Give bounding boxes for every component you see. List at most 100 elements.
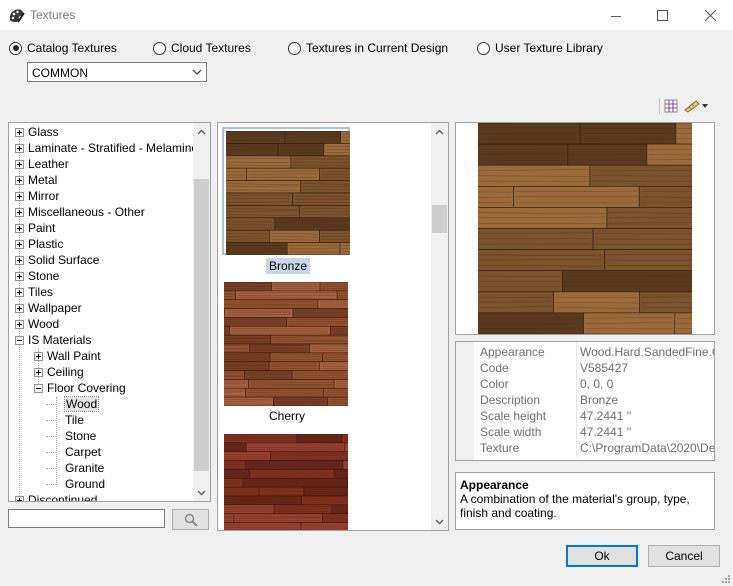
cancel-button[interactable]: Cancel [648, 545, 720, 567]
expand-plus-icon[interactable] [15, 159, 24, 169]
tree-item[interactable]: Discontinued [15, 492, 97, 501]
expand-plus-icon[interactable] [15, 175, 24, 185]
catalog-select[interactable]: COMMON [27, 62, 207, 82]
tree-item[interactable]: Laminate - Stratified - Melamine [15, 140, 198, 156]
radio-textures-in-current-design[interactable]: Textures in Current Design [288, 40, 448, 56]
radio-indicator [477, 41, 490, 55]
property-row[interactable]: Scale height 47.2441 '' [456, 409, 714, 425]
tree-item-label: Metal [28, 173, 58, 187]
tree-item-label: Wood [28, 317, 60, 331]
minimize-button[interactable] [593, 0, 639, 31]
radio-catalog-textures[interactable]: Catalog Textures [9, 40, 117, 56]
red-wood-texture-image [224, 434, 348, 530]
texture-item-cherry[interactable]: Cherry [218, 280, 428, 430]
maximize-button[interactable] [639, 0, 685, 31]
expand-plus-icon[interactable] [15, 495, 24, 501]
tree-item-label: Glass [28, 125, 59, 139]
radio-indicator [153, 41, 166, 55]
tree-item-label: Leather [28, 157, 69, 171]
tree-item[interactable]: Leather [15, 156, 69, 172]
tree-item[interactable]: Solid Surface [15, 252, 99, 268]
property-row[interactable]: Texture C:\ProgramData\2020\Desig [456, 441, 714, 457]
close-button[interactable] [687, 0, 733, 31]
tree-item[interactable]: Stone [52, 428, 96, 444]
expand-plus-icon[interactable] [15, 127, 24, 137]
tree-item[interactable]: Carpet [52, 444, 101, 460]
tree-item[interactable]: Miscellaneous - Other [15, 204, 145, 220]
expand-plus-icon[interactable] [15, 319, 24, 329]
radio-user-texture-library[interactable]: User Texture Library [477, 40, 603, 56]
tree-scrollbar[interactable] [193, 123, 210, 501]
expand-plus-icon[interactable] [15, 207, 24, 217]
scroll-down-button[interactable] [193, 484, 210, 501]
radio-label: Cloud Textures [171, 41, 251, 55]
ruler-icon [684, 100, 700, 113]
tree-item[interactable]: Ground [52, 476, 105, 492]
tree-item[interactable]: IS Materials [15, 332, 91, 348]
collapse-minus-icon[interactable] [15, 335, 24, 345]
measure-dropdown-button[interactable] [684, 97, 708, 115]
expand-plus-icon[interactable] [15, 143, 24, 153]
tree-item[interactable]: Wallpaper [15, 300, 82, 316]
tree-item[interactable]: Paint [15, 220, 55, 236]
tree-item[interactable]: Wall Paint [34, 348, 101, 364]
tree-item-label: Wall Paint [47, 349, 101, 363]
property-key: Description [480, 393, 541, 407]
expand-plus-icon[interactable] [15, 303, 24, 313]
tree-item[interactable]: Wood [15, 316, 59, 332]
search-button[interactable] [172, 509, 209, 530]
property-row[interactable]: Color 0, 0, 0 [456, 377, 714, 393]
tree-item[interactable]: Wood [52, 396, 100, 412]
tree-item-label: Miscellaneous - Other [28, 205, 145, 219]
tree-item-label: Wood [63, 396, 100, 412]
tree-item[interactable]: Tiles [15, 284, 53, 300]
property-row[interactable]: Appearance Wood.Hard.SandedFine.Glo [456, 345, 714, 361]
expand-plus-icon[interactable] [15, 223, 24, 233]
tree-item[interactable]: Granite [52, 460, 104, 476]
scroll-up-button[interactable] [193, 123, 210, 140]
expand-plus-icon[interactable] [15, 255, 24, 265]
expand-plus-icon[interactable] [34, 367, 43, 377]
texture-item-bronze[interactable]: Bronze [218, 127, 428, 277]
texture-thumbnail-list[interactable]: Bronze Cherry [217, 122, 449, 531]
category-tree[interactable]: Glass Laminate - Stratified - Melamine Lea… [8, 122, 211, 502]
tree-item[interactable]: Glass [15, 124, 59, 140]
properties-grid[interactable]: Appearance Wood.Hard.SandedFine.Glo Code V5… [455, 341, 715, 461]
tree-item[interactable]: Floor Covering [34, 380, 126, 396]
thumbnail-scrollbar[interactable] [431, 123, 448, 530]
resize-grip-icon[interactable] [721, 574, 731, 584]
expand-plus-icon[interactable] [34, 351, 43, 361]
tree-item[interactable]: Stone [15, 268, 59, 284]
chevron-down-icon [197, 490, 206, 495]
scroll-down-button[interactable] [431, 513, 448, 530]
expand-plus-icon[interactable] [15, 239, 24, 249]
texture-item-3[interactable] [218, 432, 428, 530]
texture-settings-button[interactable] [664, 97, 678, 115]
tree-item[interactable]: Metal [15, 172, 57, 188]
texture-preview [455, 122, 715, 335]
tree-item[interactable]: Ceiling [34, 364, 84, 380]
tree-item[interactable]: Tile [52, 412, 84, 428]
tree-item[interactable]: Mirror [15, 188, 59, 204]
thumbnail-scroll-thumb[interactable] [432, 205, 447, 233]
ok-button[interactable]: Ok [566, 545, 638, 567]
property-value: 47.2441 '' [580, 425, 632, 439]
expand-plus-icon[interactable] [15, 287, 24, 297]
tree-item-label: Tiles [28, 285, 53, 299]
expand-plus-icon[interactable] [15, 271, 24, 281]
scroll-up-button[interactable] [431, 123, 448, 140]
tree-item-label: Stone [28, 269, 60, 283]
property-row[interactable]: Code V585427 [456, 361, 714, 377]
property-value: 0, 0, 0 [580, 377, 614, 391]
property-row[interactable]: Description Bronze [456, 393, 714, 409]
texture-grid-icon [664, 99, 678, 113]
tree-scroll-thumb[interactable] [194, 179, 209, 471]
collapse-minus-icon[interactable] [34, 383, 43, 393]
search-input[interactable] [8, 509, 165, 528]
expand-plus-icon[interactable] [15, 191, 24, 201]
tree-item[interactable]: Plastic [15, 236, 63, 252]
maximize-icon [656, 10, 668, 21]
radio-indicator [9, 41, 22, 55]
property-row[interactable]: Scale width 47.2441 '' [456, 425, 714, 441]
radio-cloud-textures[interactable]: Cloud Textures [153, 40, 251, 56]
